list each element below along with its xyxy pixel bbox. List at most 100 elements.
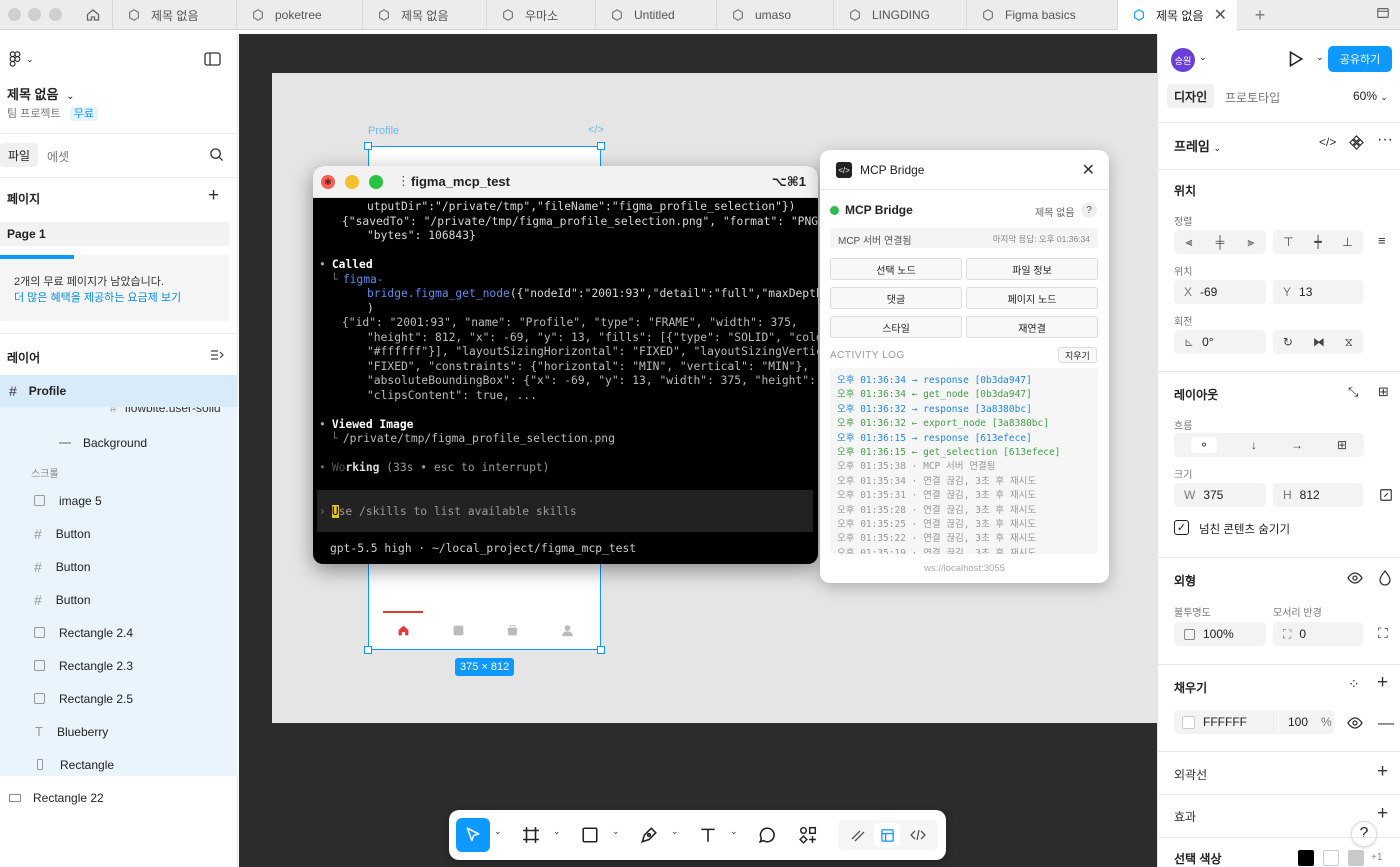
tab-5[interactable]: umaso <box>716 0 833 30</box>
tab-active[interactable]: 제목 없음 ✕ <box>1117 0 1237 30</box>
tab-0[interactable]: 제목 없음 <box>112 0 236 30</box>
tab-assets[interactable]: 에셋 <box>47 148 69 165</box>
layer-button2[interactable]: # Button <box>0 550 238 583</box>
flip-horizontal-icon[interactable]: ⧓ <box>1313 335 1325 349</box>
height-field[interactable]: H 812 <box>1273 483 1363 507</box>
play-icon[interactable] <box>1286 50 1304 68</box>
tab-design[interactable]: 디자인 <box>1167 84 1215 108</box>
resize-handle-bl[interactable] <box>364 646 372 654</box>
flow-vertical-icon[interactable]: ↓ <box>1251 438 1257 452</box>
independent-corners-icon[interactable]: ⛶ <box>1378 625 1388 642</box>
comments-button[interactable]: 댓글 <box>830 287 962 309</box>
layer-blueberry[interactable]: T Blueberry <box>0 715 238 748</box>
layer-rect25[interactable]: Rectangle 2.5 <box>0 682 238 715</box>
collapse-icon[interactable]: ⤡ <box>1348 384 1358 400</box>
layer-button1[interactable]: # Button <box>0 517 238 550</box>
chevron-down-icon[interactable]: ⌄ <box>553 826 561 837</box>
rotation-field[interactable]: ⊾ 0° <box>1174 330 1266 354</box>
frame-tool-icon[interactable] <box>522 826 540 844</box>
tab-4[interactable]: Untitled <box>595 0 716 30</box>
close-icon[interactable]: ✕ <box>1214 5 1227 25</box>
tab-file[interactable]: 파일 <box>0 143 38 167</box>
layer-button3[interactable]: # Button <box>0 583 238 616</box>
selected-node-button[interactable]: 선택 노드 <box>830 258 962 280</box>
add-effect-button[interactable]: + <box>1377 803 1388 825</box>
terminal-window[interactable]: ✱ ⋮ figma_mcp_test ⌥⌘1 utputDir":"/priva… <box>313 166 818 564</box>
code-icon[interactable]: </> <box>1319 135 1336 149</box>
folder-icon[interactable] <box>1376 6 1390 20</box>
eye-icon[interactable] <box>1347 716 1363 730</box>
minimize-button[interactable] <box>345 175 359 189</box>
add-page-button[interactable]: + <box>208 185 219 207</box>
tab-1[interactable]: poketree <box>236 0 362 30</box>
styles-button[interactable]: 스타일 <box>830 316 962 338</box>
pen-tool-icon[interactable] <box>640 826 658 844</box>
code-icon[interactable]: </> <box>588 124 604 136</box>
eye-icon[interactable] <box>1347 571 1363 585</box>
help-button[interactable]: ? <box>1081 202 1097 218</box>
component-icon[interactable] <box>1349 135 1364 150</box>
selection-color-swatch[interactable] <box>1323 850 1339 866</box>
layer-image5[interactable]: image 5 <box>0 484 238 517</box>
rotate-icon[interactable]: ↻ <box>1283 335 1293 349</box>
clip-content-checkbox[interactable]: ✓ <box>1174 520 1189 535</box>
new-tab-button[interactable]: + <box>1250 0 1270 30</box>
drop-icon[interactable] <box>1378 570 1392 586</box>
help-button[interactable]: ? <box>1351 821 1377 847</box>
reconnect-button[interactable]: 재연결 <box>966 316 1098 338</box>
plan-badge[interactable]: 무료 <box>69 107 98 121</box>
layer-rect23[interactable]: Rectangle 2.3 <box>0 649 238 682</box>
file-title[interactable]: 제목 없음 ⌄ <box>7 84 74 103</box>
resize-handle-tr[interactable] <box>597 142 605 150</box>
design-mode-button[interactable] <box>874 823 900 847</box>
dev-mode-icon[interactable] <box>910 827 926 843</box>
remove-fill-icon[interactable]: — <box>1378 715 1394 733</box>
radius-field[interactable]: ⛶ 0 <box>1273 622 1363 646</box>
flow-horizontal-icon[interactable]: → <box>1291 438 1303 452</box>
align-bottom-icon[interactable]: ⊥ <box>1342 235 1352 249</box>
components-tool-icon[interactable] <box>799 826 817 844</box>
terminal-prompt-input[interactable]: › Use /skills to list available skills <box>317 490 813 532</box>
selection-color-swatch[interactable] <box>1348 850 1364 866</box>
page-item-page-1[interactable]: Page 1 <box>0 222 229 246</box>
more-icon[interactable]: ⋮ <box>397 173 410 189</box>
flip-vertical-icon[interactable]: ⧖ <box>1345 335 1353 350</box>
layer-rect24[interactable]: Rectangle 2.4 <box>0 616 238 649</box>
tab-3[interactable]: 우마소 <box>486 0 595 30</box>
user-icon[interactable] <box>561 624 574 637</box>
fill-opacity[interactable]: 100 <box>1288 715 1308 729</box>
layer-background[interactable]: Background <box>0 426 238 459</box>
rectangle-tool-icon[interactable] <box>581 826 599 844</box>
align-left-icon[interactable]: ⫷ <box>1186 235 1193 250</box>
avatar[interactable]: 승원 <box>1171 48 1195 72</box>
comment-tool-icon[interactable] <box>758 826 776 844</box>
selection-color-swatch[interactable] <box>1298 850 1314 866</box>
width-field[interactable]: W 375 <box>1174 483 1266 507</box>
flow-grid-icon[interactable]: ⊞ <box>1337 438 1347 452</box>
align-right-icon[interactable]: ⫸ <box>1248 235 1255 250</box>
chevron-down-icon[interactable]: ⌄ <box>1199 52 1207 63</box>
upgrade-link[interactable]: 더 많은 혜택을 제공하는 요금제 보기 <box>14 289 181 305</box>
chevron-down-icon[interactable]: ⌄ <box>494 826 502 837</box>
fill-hex[interactable]: FFFFFF <box>1203 715 1247 729</box>
auto-layout-icon[interactable]: ⊞ <box>1378 384 1389 400</box>
styles-icon[interactable]: ⁘ <box>1348 676 1360 693</box>
align-center-v-icon[interactable]: ┿ <box>1314 235 1321 249</box>
align-center-h-icon[interactable]: ╪ <box>1216 235 1225 249</box>
chevron-down-icon[interactable]: ⌄ <box>730 826 738 837</box>
page-nodes-button[interactable]: 페이지 노드 <box>966 287 1098 309</box>
window-zoom-button[interactable] <box>49 8 62 21</box>
fill-row[interactable]: FFFFFF 100 % <box>1174 710 1334 734</box>
layer-profile[interactable]: # Profile <box>0 375 238 407</box>
tab-6[interactable]: LINGDING <box>833 0 966 30</box>
draw-mode-icon[interactable] <box>850 827 866 843</box>
activity-log[interactable]: 오후 01:36:34 → response [0b3da947] 오후 01:3… <box>830 368 1098 554</box>
selection-colors-more[interactable]: +1 <box>1371 852 1382 863</box>
frame-label[interactable]: Profile <box>368 125 399 137</box>
flow-freeform-icon[interactable]: ⚬ <box>1190 437 1218 453</box>
opacity-field[interactable]: 100% <box>1174 622 1266 646</box>
tab-prototype[interactable]: 프로토타입 <box>1225 89 1280 106</box>
cards-icon[interactable] <box>452 624 465 637</box>
layer-rectangle[interactable]: Rectangle <box>0 748 238 781</box>
file-info-button[interactable]: 파일 정보 <box>966 258 1098 280</box>
